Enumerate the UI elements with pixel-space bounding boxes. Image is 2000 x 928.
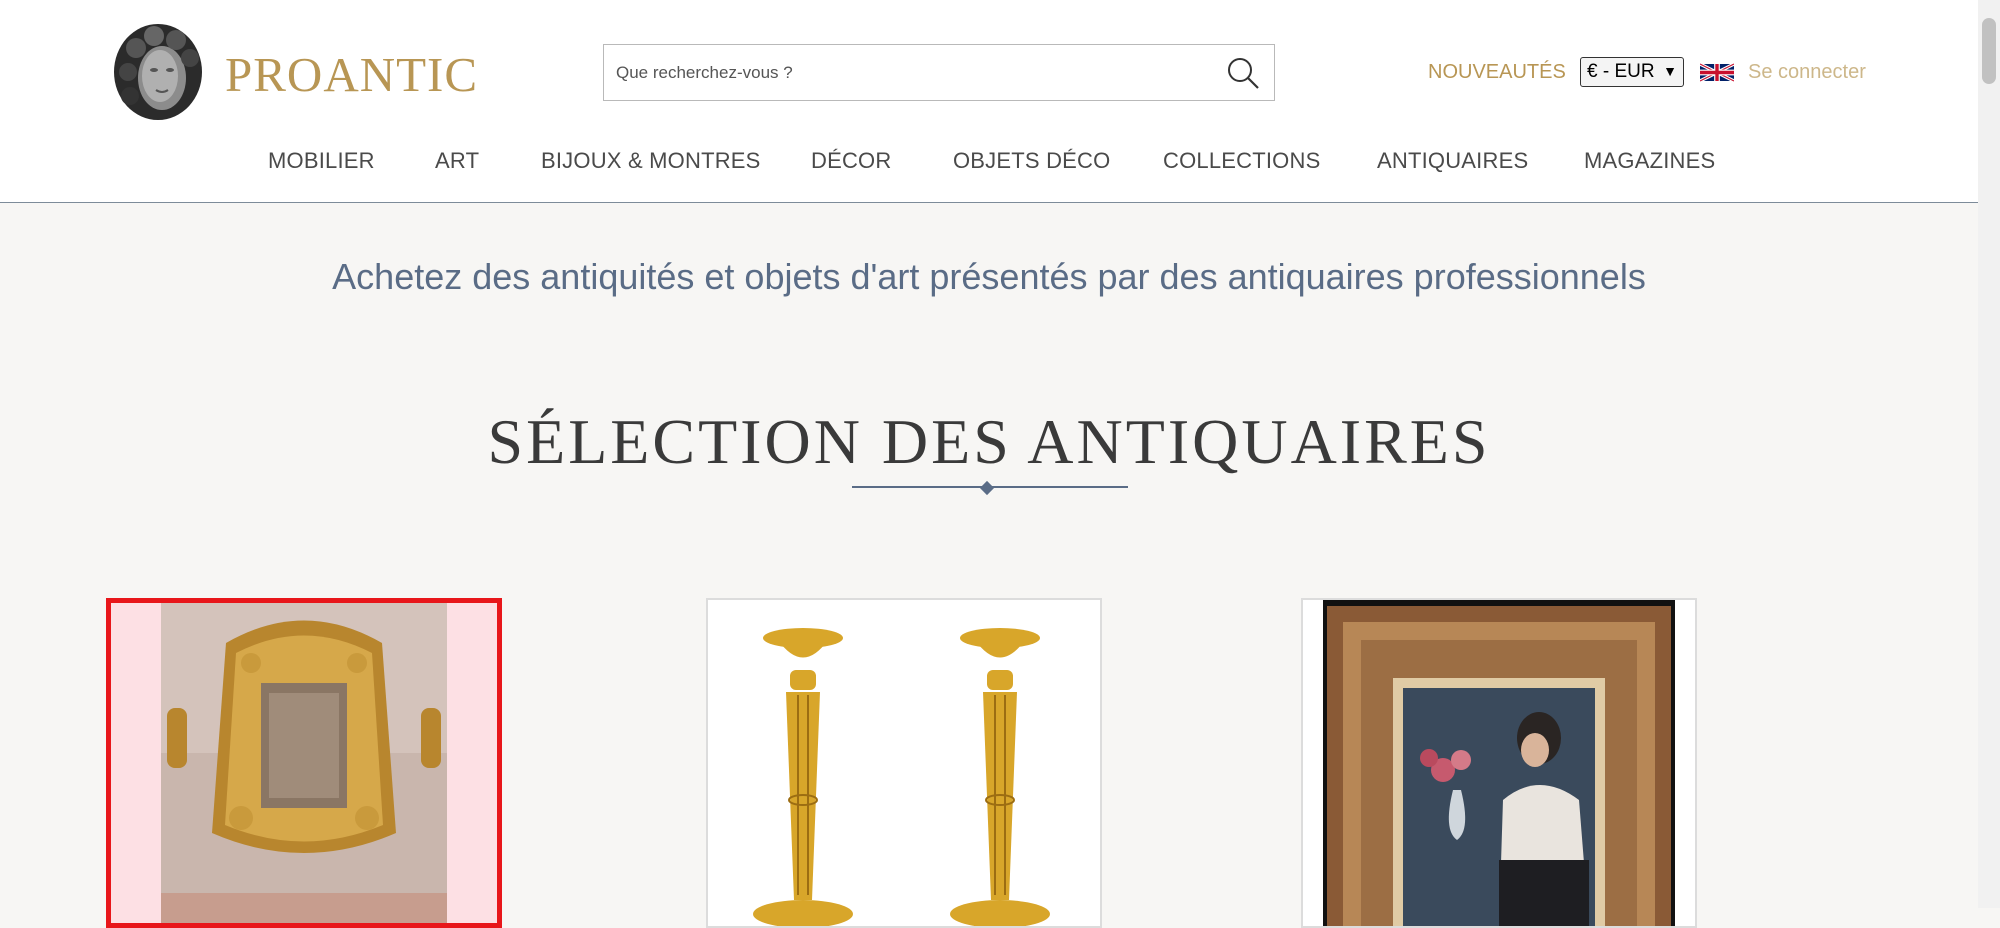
nav-item-decor[interactable]: DÉCOR — [811, 148, 891, 174]
brand-name: PROANTIC — [225, 47, 479, 102]
section-title: SÉLECTION DES ANTIQUAIRES — [487, 406, 1491, 477]
site-header: PROANTIC NOUVEAUTÉS € - EUR ▼ Se connect… — [0, 0, 1978, 203]
nav-item-antiquaires[interactable]: ANTIQUAIRES — [1377, 148, 1528, 174]
logo-head-icon — [114, 24, 202, 120]
nav-item-magazines[interactable]: MAGAZINES — [1584, 148, 1715, 174]
logo[interactable]: PROANTIC — [110, 20, 477, 124]
site-tagline: Achetez des antiquités et objets d'art p… — [332, 256, 1646, 297]
divider-diamond — [979, 480, 995, 496]
product-card-candlesticks[interactable] — [706, 598, 1102, 928]
currency-select[interactable]: € - EUR ▼ — [1580, 57, 1684, 87]
product-card-painting[interactable] — [1301, 598, 1697, 928]
nav-item-art[interactable]: ART — [435, 148, 479, 174]
nav-item-bijoux-montres[interactable]: BIJOUX & MONTRES — [541, 148, 761, 174]
currency-value: € - EUR — [1587, 61, 1655, 82]
search-input[interactable] — [604, 45, 1204, 100]
uk-flag-icon[interactable] — [1700, 60, 1734, 85]
framed-painting-image — [1303, 600, 1695, 926]
gilded-mirror-image — [111, 603, 497, 923]
nav-item-objets-deco[interactable]: OBJETS DÉCO — [953, 148, 1110, 174]
page-scrollbar[interactable] — [1978, 0, 2000, 908]
new-items-link[interactable]: NOUVEAUTÉS — [1428, 61, 1566, 84]
product-card-mirror[interactable] — [106, 598, 502, 928]
search-box — [603, 44, 1275, 101]
login-link[interactable]: Se connecter — [1748, 61, 1866, 84]
chevron-down-icon: ▼ — [1663, 63, 1677, 79]
search-icon[interactable] — [1226, 56, 1260, 90]
scrollbar-thumb[interactable] — [1982, 18, 1996, 84]
candlesticks-image — [708, 600, 1100, 926]
nav-item-mobilier[interactable]: MOBILIER — [268, 148, 375, 174]
nav-item-collections[interactable]: COLLECTIONS — [1163, 148, 1320, 174]
main-navigation: MOBILIER ART BIJOUX & MONTRES DÉCOR OBJE… — [0, 148, 1978, 180]
